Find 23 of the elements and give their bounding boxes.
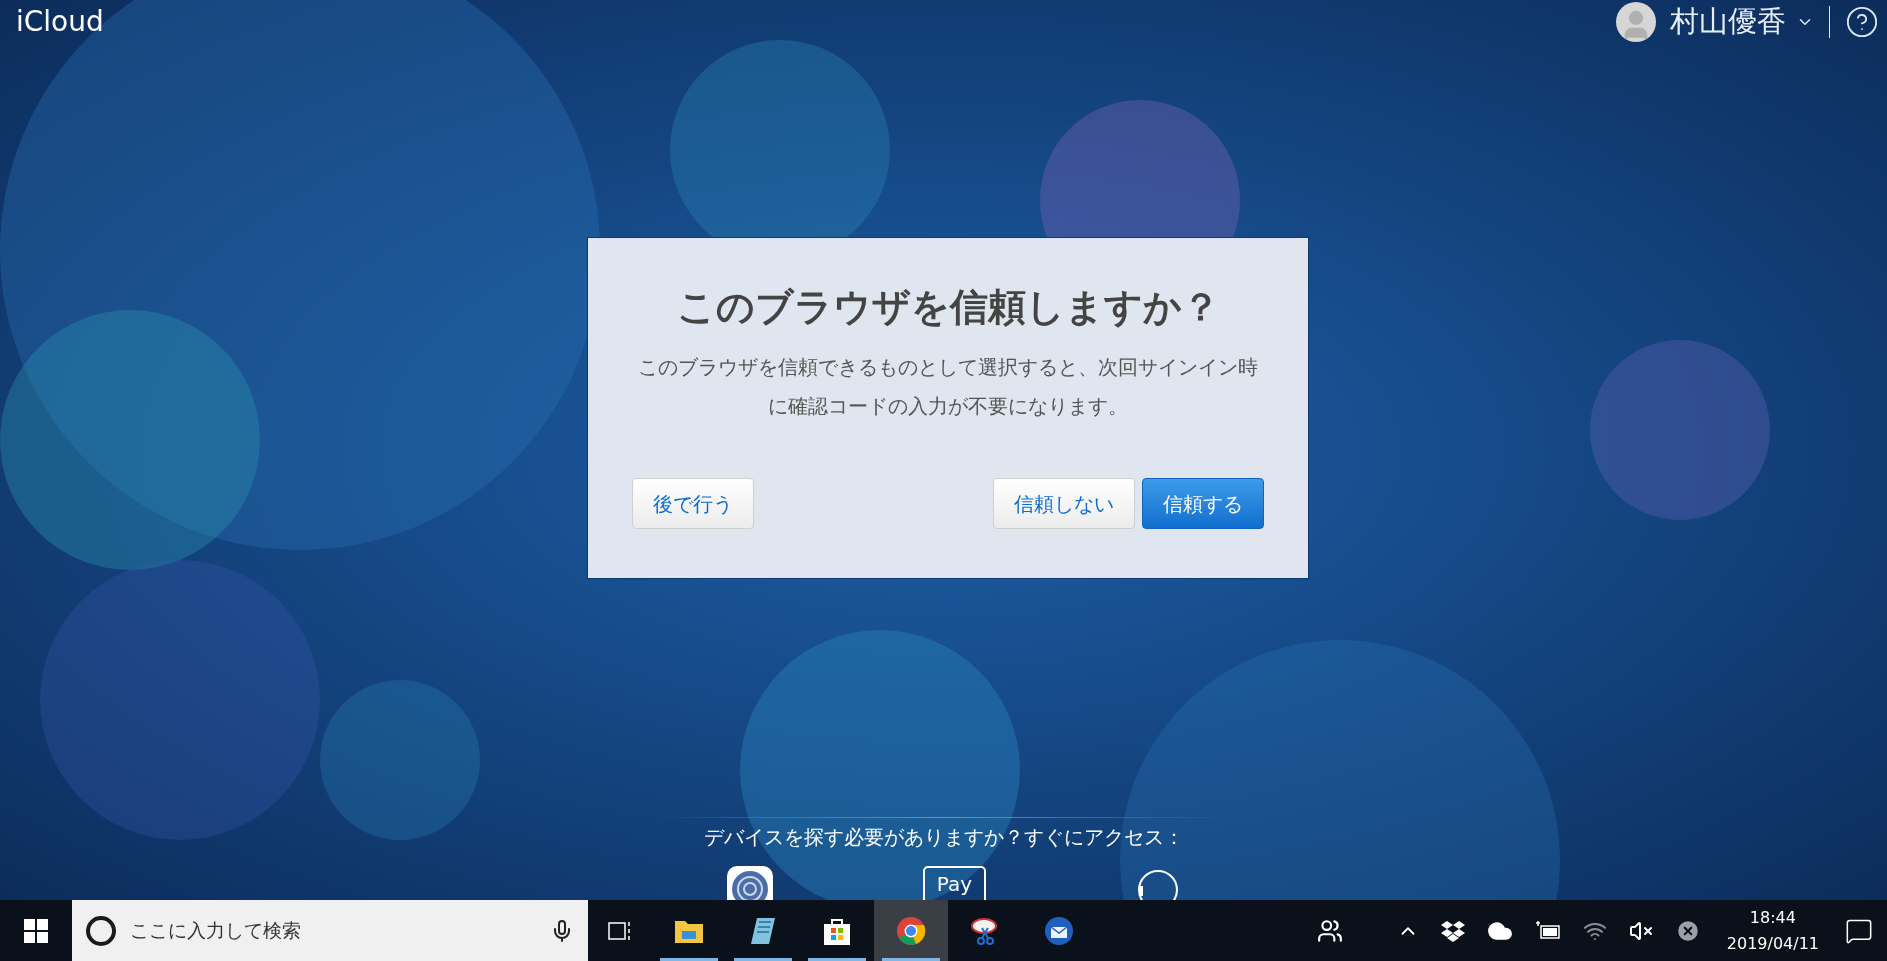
radar-app-icon[interactable] (727, 866, 773, 900)
dialog-title: このブラウザを信頼しますか？ (676, 288, 1220, 326)
search-field[interactable]: ここに入力して検索 (72, 900, 588, 961)
snipping-tool-icon (970, 915, 1000, 946)
battery-plug-icon[interactable] (1534, 919, 1561, 942)
clock-button[interactable]: 18:44 2019/04/11 (1722, 904, 1823, 957)
windows-logo-icon (24, 918, 48, 943)
icloud-logo[interactable]: iCloud (16, 1, 104, 43)
find-device-prompt: デバイスを探す必要がありますか？すぐにアクセス： (703, 824, 1184, 851)
search-input[interactable]: ここに入力して検索 (130, 916, 550, 945)
user-name[interactable]: 村山優香 (1670, 0, 1786, 44)
mail-bird-icon (1044, 915, 1074, 946)
chrome-icon (896, 915, 926, 946)
dialog-button[interactable]: 後で行う (632, 478, 754, 529)
task-view-icon (607, 919, 633, 942)
dialog-button[interactable]: 信頼する (1142, 478, 1264, 529)
dropbox-icon[interactable] (1440, 919, 1465, 942)
people-icon[interactable] (1316, 917, 1343, 944)
notepad-icon (749, 915, 777, 946)
help-icon[interactable] (1845, 5, 1879, 39)
dialog-message: このブラウザを信頼できるものとして選択すると、次回サインイン時に確認コードの入力が不要になります。 (637, 354, 1259, 420)
dialog-button[interactable]: 信頼しない (993, 478, 1135, 529)
taskbar-app-button[interactable] (874, 900, 948, 961)
